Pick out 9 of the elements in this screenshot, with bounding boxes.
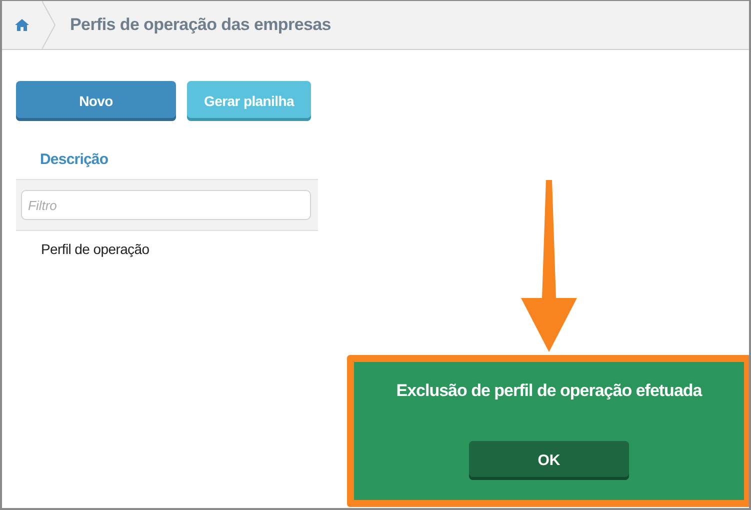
filter-field[interactable]: Filtro: [21, 190, 311, 220]
action-button[interactable]: Novo: [16, 81, 176, 121]
action-button[interactable]: Gerar planilha: [187, 81, 311, 121]
column-header[interactable]: Descrição: [40, 151, 108, 168]
home-icon[interactable]: [15, 19, 29, 31]
table-cell[interactable]: Perfil de operação: [41, 241, 150, 257]
page-title: Perfis de operação das empresas: [70, 15, 331, 35]
ok-button[interactable]: OK: [469, 441, 629, 480]
toast-message: Exclusão de perfil de operação efetuada: [396, 381, 702, 401]
